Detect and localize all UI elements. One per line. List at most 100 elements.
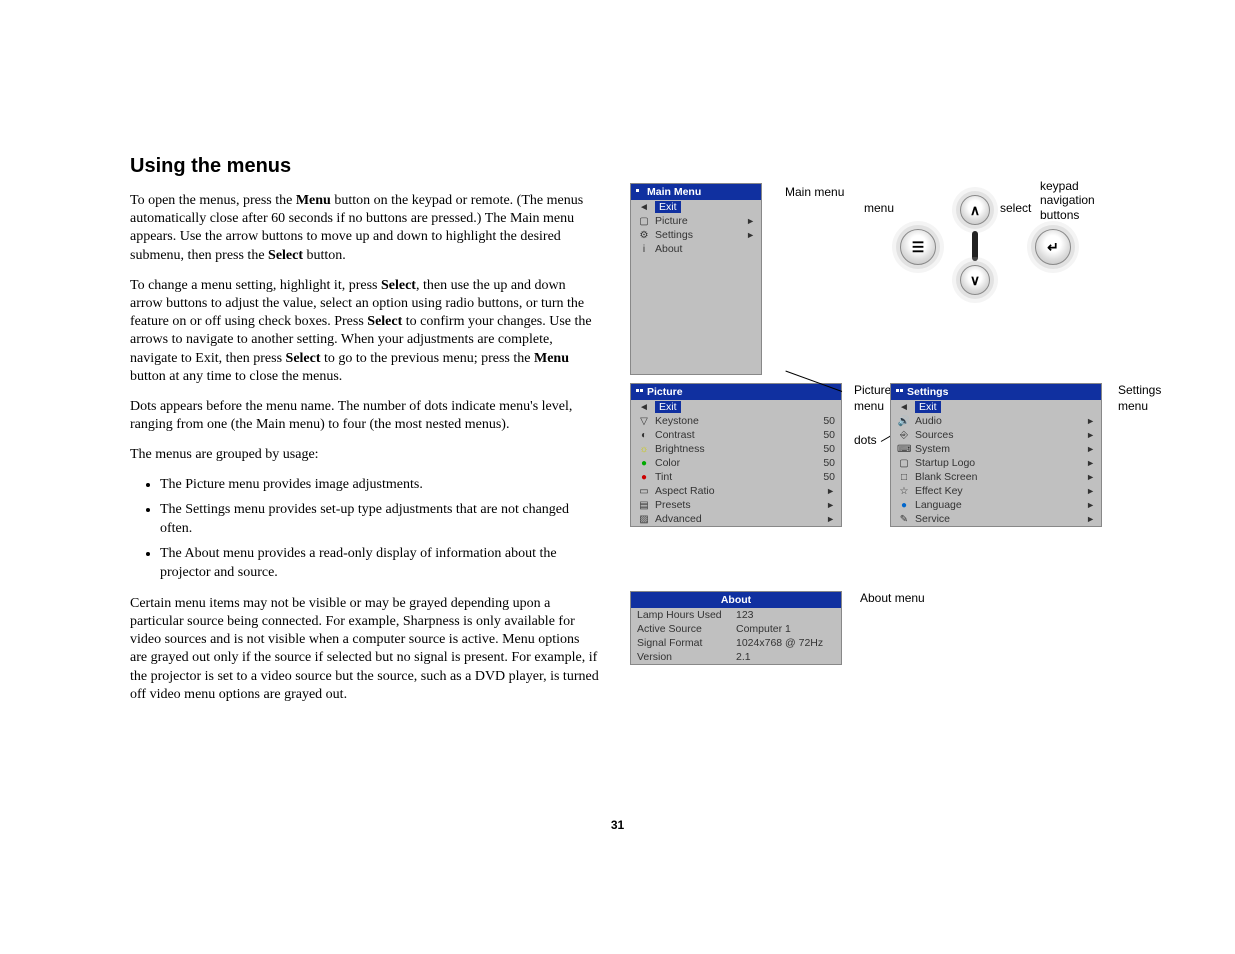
bold-menu: Menu [296,193,331,208]
about-key: Version [637,651,736,663]
down-arrow-button-icon: ∨ [960,265,990,295]
audio-icon: 🔊 [897,416,911,427]
menu-title: Settings [907,386,948,398]
about-key: Active Source [637,623,736,635]
menu-item: ▽Keystone50 [631,414,841,428]
presets-icon: ▤ [637,500,651,511]
contrast-icon: ◐ [637,430,651,441]
menu-item: ▢Picture► [631,214,761,228]
menu-item: □Blank Screen► [891,470,1101,484]
menu-item: ▢Startup Logo► [891,456,1101,470]
menu-item-label: Exit [915,401,941,413]
submenu-arrow-icon: ► [1083,416,1095,426]
back-arrow-icon: ◄ [637,202,651,213]
submenu-arrow-icon: ► [823,500,835,510]
menu-item-value: 50 [805,471,835,483]
menu-item-value: 50 [805,443,835,455]
paragraph-4: The menus are grouped by usage: [130,446,600,464]
picture-menu-diagram: Picture ◄Exit ▽Keystone50 ◐Contrast50 ☼B… [630,383,842,527]
text: button at any time to close the menus. [130,369,342,384]
menu-item-value: 50 [805,457,835,469]
label-main-menu: Main menu [785,185,844,199]
main-menu-diagram: Main Menu ◄ Exit ▢Picture► ⚙Settings► iA… [630,183,762,375]
bold-select: Select [286,351,321,366]
list-item: The Picture menu provides image adjustme… [160,476,600,495]
sources-icon: ⎆ [897,430,911,441]
blank-screen-icon: □ [897,472,911,483]
menu-item: ●Language► [891,498,1101,512]
color-icon: ● [637,458,651,469]
submenu-arrow-icon: ► [743,230,755,240]
menu-header: Picture [631,384,841,400]
menu-item-label: Contrast [651,429,805,441]
menu-item-label: Language [911,499,1083,511]
back-arrow-icon: ◄ [897,402,911,413]
label-keypad: keypad navigation buttons [1040,179,1130,222]
bold-select: Select [268,248,303,263]
advanced-icon: ▨ [637,514,651,525]
startup-logo-icon: ▢ [897,458,911,469]
submenu-arrow-icon: ► [1083,472,1095,482]
about-key: Lamp Hours Used [637,609,736,621]
menu-item: ☆Effect Key► [891,484,1101,498]
menu-item-label: Effect Key [911,485,1083,497]
menu-item-label: Audio [911,415,1083,427]
menu-header: About [631,592,841,608]
menu-item-label: Settings [651,229,743,241]
menu-item-label: Service [911,513,1083,525]
menu-item-exit: ◄Exit [631,400,841,414]
label-settings-menu: Settings menu [1118,383,1173,414]
menu-item-label: Tint [651,471,805,483]
menu-item-label: Presets [651,499,823,511]
menu-item-label: Startup Logo [911,457,1083,469]
menu-title: Main Menu [647,186,701,198]
about-menu-diagram: About Lamp Hours Used123 Active SourceCo… [630,591,842,665]
menu-item-exit: ◄ Exit [891,400,1101,414]
menu-item-value: 50 [805,415,835,427]
menu-item: ◐Contrast50 [631,428,841,442]
bullet-list: The Picture menu provides image adjustme… [130,476,600,582]
keystone-icon: ▽ [637,416,651,427]
list-item: The Settings menu provides set-up type a… [160,501,600,539]
text: button. [303,248,346,263]
menu-item: ⚙Settings► [631,228,761,242]
picture-icon: ▢ [637,216,651,227]
menu-item-label: Picture [651,215,743,227]
menu-item: ▭Aspect Ratio► [631,484,841,498]
about-row: Signal Format1024x768 @ 72Hz [631,636,841,650]
bold-select: Select [381,278,416,293]
menu-item: iAbout [631,242,761,256]
effect-key-icon: ☆ [897,486,911,497]
menu-item-exit: ◄ Exit [631,200,761,214]
menu-item: ●Tint50 [631,470,841,484]
paragraph-2: To change a menu setting, highlight it, … [130,277,600,386]
menu-button-icon: ☰ [900,229,936,265]
aspect-ratio-icon: ▭ [637,486,651,497]
menu-item-label: About [651,243,755,255]
submenu-arrow-icon: ► [1083,458,1095,468]
text: to go to the previous menu; press the [321,351,534,366]
text: To open the menus, press the [130,193,296,208]
menu-item-label: Keystone [651,415,805,427]
settings-menu-diagram: Settings ◄Exit 🔊Audio► ⎆Sources► ⌨System… [890,383,1102,527]
submenu-arrow-icon: ► [823,486,835,496]
about-row: Lamp Hours Used123 [631,608,841,622]
submenu-arrow-icon: ► [1083,486,1095,496]
back-arrow-icon: ◄ [637,402,651,413]
text: To change a menu setting, highlight it, … [130,278,381,293]
menu-title: Picture [647,386,683,398]
system-icon: ⌨ [897,444,911,455]
menu-item-label: Blank Screen [911,471,1083,483]
menu-header: Main Menu [631,184,761,200]
label-about-menu: About menu [860,591,925,605]
brightness-icon: ☼ [637,444,651,455]
info-icon: i [637,244,651,255]
about-value: 1024x768 @ 72Hz [736,637,835,649]
menu-item: ✎Service► [891,512,1101,526]
about-row: Active SourceComputer 1 [631,622,841,636]
menu-item-value: 50 [805,429,835,441]
label-dots: dots [854,433,877,447]
menu-item-label: Advanced [651,513,823,525]
menu-item: 🔊Audio► [891,414,1101,428]
about-value: 2.1 [736,651,835,663]
